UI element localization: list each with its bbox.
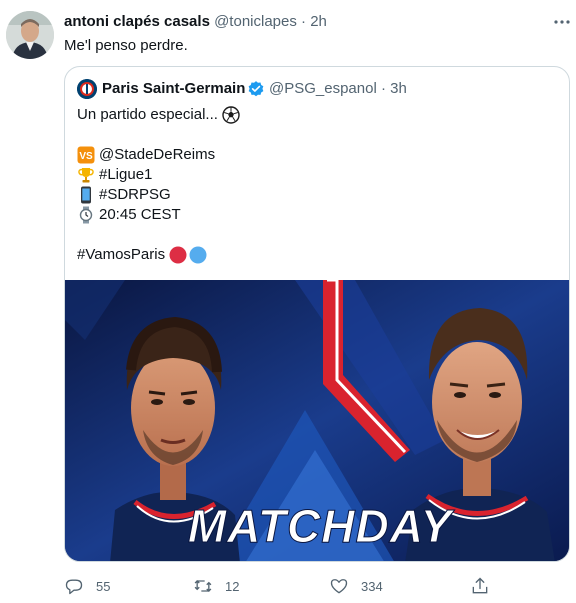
hashtag-link[interactable]: #Ligue1 — [99, 165, 152, 185]
watch-icon — [77, 206, 95, 224]
more-dots-icon[interactable] — [552, 12, 572, 32]
text-line: #Ligue1 — [77, 165, 244, 185]
matchday-graphic[interactable]: MATCHDAY — [65, 280, 569, 561]
retweet-button[interactable]: 12 — [193, 572, 239, 600]
vs-icon: VS — [77, 146, 95, 164]
like-count: 334 — [361, 578, 383, 594]
psg-logo-avatar[interactable] — [77, 79, 97, 99]
quoted-text: Un partido especial... VS @StadeDeReims … — [77, 105, 244, 265]
separator: · — [380, 80, 386, 97]
hashtag-link[interactable]: #SDRPSG — [99, 185, 171, 205]
reply-button[interactable]: 55 — [64, 572, 110, 600]
verified-badge-icon — [247, 80, 265, 98]
mobile-phone-icon — [77, 186, 95, 204]
tweet-time[interactable]: 2h — [310, 13, 327, 30]
text-line: Un partido especial... — [77, 105, 244, 125]
retweet-icon — [194, 580, 212, 592]
red-circle-icon — [169, 246, 187, 264]
tweet-header: antoni clapés casals @toniclapes · 2h — [64, 12, 327, 32]
like-button[interactable]: 334 — [329, 572, 383, 600]
quoted-time[interactable]: 3h — [390, 80, 407, 97]
share-icon — [472, 577, 488, 594]
trophy-icon — [77, 166, 95, 184]
tweet: antoni clapés casals @toniclapes · 2h Me… — [0, 0, 576, 603]
author-name[interactable]: antoni clapés casals — [64, 13, 210, 30]
separator: · — [301, 13, 307, 30]
time-text: 20:45 CEST — [99, 206, 181, 223]
hashtag-link[interactable]: #VamosParis — [77, 245, 165, 265]
text-line: #VamosParis — [77, 245, 244, 265]
reply-icon — [65, 579, 83, 595]
quoted-author-handle[interactable]: @PSG_espanol — [269, 80, 377, 97]
text-line: #SDRPSG — [77, 185, 244, 205]
reply-count: 55 — [96, 578, 111, 594]
retweet-count: 12 — [225, 578, 240, 594]
author-handle[interactable]: @toniclapes — [214, 13, 297, 30]
quoted-handle-time: @PSG_espanol · 3h — [269, 79, 407, 99]
text-line: VS @StadeDeReims — [77, 145, 244, 165]
quoted-tweet[interactable]: Paris Saint-Germain @PSG_espanol · 3h Un… — [64, 66, 570, 562]
action-bar: 55 12 334 — [64, 572, 524, 600]
heart-icon — [330, 579, 348, 594]
mention-link[interactable]: @StadeDeReims — [99, 145, 215, 165]
share-button[interactable] — [470, 572, 502, 600]
matchday-text: MATCHDAY — [188, 500, 456, 552]
text-line: 20:45 CEST — [77, 205, 244, 225]
quoted-author-name[interactable]: Paris Saint-Germain — [102, 79, 245, 99]
blue-circle-icon — [189, 246, 207, 264]
line-text: Un partido especial... — [77, 106, 218, 123]
author-avatar[interactable] — [6, 11, 54, 59]
svg-text:VS: VS — [79, 151, 93, 162]
soccer-ball-icon — [222, 106, 240, 124]
tweet-text: Me'l penso perdre. — [64, 37, 188, 54]
